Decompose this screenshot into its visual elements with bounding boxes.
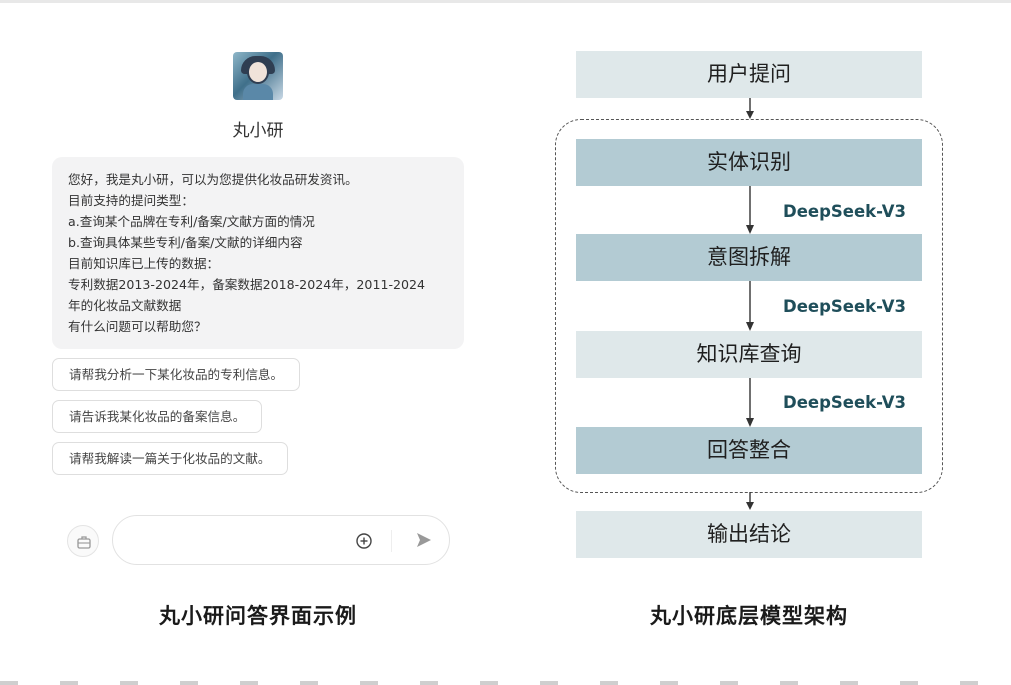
toolbox-icon	[77, 536, 91, 549]
arrow-down-icon	[746, 281, 754, 331]
model-label-2: DeepSeek-V3	[783, 297, 907, 316]
step-knowledge-query: 知识库查询	[576, 331, 922, 378]
input-divider	[391, 530, 392, 552]
toolbox-button[interactable]	[67, 525, 99, 557]
greeting-line: 目前支持的提问类型：	[68, 193, 194, 208]
architecture-diagram: 用户提问 实体识别 DeepSeek-V3 意图拆解 DeepSeek-V3 知…	[500, 0, 1011, 685]
bot-avatar	[233, 52, 283, 100]
arrow-down-icon	[746, 492, 754, 510]
bot-name: 丸小研	[232, 121, 284, 141]
greeting-line: 您好，我是丸小研，可以为您提供化妆品研发资讯。	[68, 172, 358, 187]
step-output-conclusion: 输出结论	[576, 511, 922, 558]
greeting-line: 年的化妆品文献数据	[68, 298, 182, 313]
suggestion-literature[interactable]: 请帮我解读一篇关于化妆品的文献。	[52, 442, 288, 475]
left-caption: 丸小研问答界面示例	[159, 604, 357, 628]
greeting-line: 有什么问题可以帮助您？	[68, 319, 207, 334]
chat-demo-panel: 丸小研 您好，我是丸小研，可以为您提供化妆品研发资讯。 目前支持的提问类型： a…	[0, 0, 500, 685]
greeting-line: 专利数据2013-2024年，备案数据2018-2024年，2011-2024	[68, 277, 426, 292]
step-intent-decomposition: 意图拆解	[576, 234, 922, 281]
step-entity-recognition: 实体识别	[576, 139, 922, 186]
model-label-1: DeepSeek-V3	[783, 202, 907, 221]
plus-circle-icon[interactable]	[355, 532, 373, 550]
right-caption: 丸小研底层模型架构	[650, 604, 848, 628]
greeting-line: 目前知识库已上传的数据：	[68, 256, 220, 271]
bottom-border	[0, 681, 1011, 685]
avatar-face	[247, 60, 269, 84]
arrow-down-icon	[746, 98, 754, 119]
arrow-down-icon	[746, 186, 754, 234]
message-input[interactable]	[112, 515, 450, 565]
model-label-3: DeepSeek-V3	[783, 393, 907, 412]
send-icon[interactable]	[415, 531, 433, 549]
arrow-down-icon	[746, 378, 754, 427]
avatar-body	[243, 84, 273, 100]
greeting-line: a.查询某个品牌在专利/备案/文献方面的情况	[68, 214, 315, 229]
greeting-bubble: 您好，我是丸小研，可以为您提供化妆品研发资讯。 目前支持的提问类型： a.查询某…	[52, 157, 464, 349]
suggestion-patent[interactable]: 请帮我分析一下某化妆品的专利信息。	[52, 358, 301, 391]
suggestion-filing[interactable]: 请告诉我某化妆品的备案信息。	[52, 400, 263, 433]
step-answer-integration: 回答整合	[576, 427, 922, 474]
greeting-line: b.查询具体某些专利/备案/文献的详细内容	[68, 235, 303, 250]
step-user-question: 用户提问	[576, 51, 922, 98]
